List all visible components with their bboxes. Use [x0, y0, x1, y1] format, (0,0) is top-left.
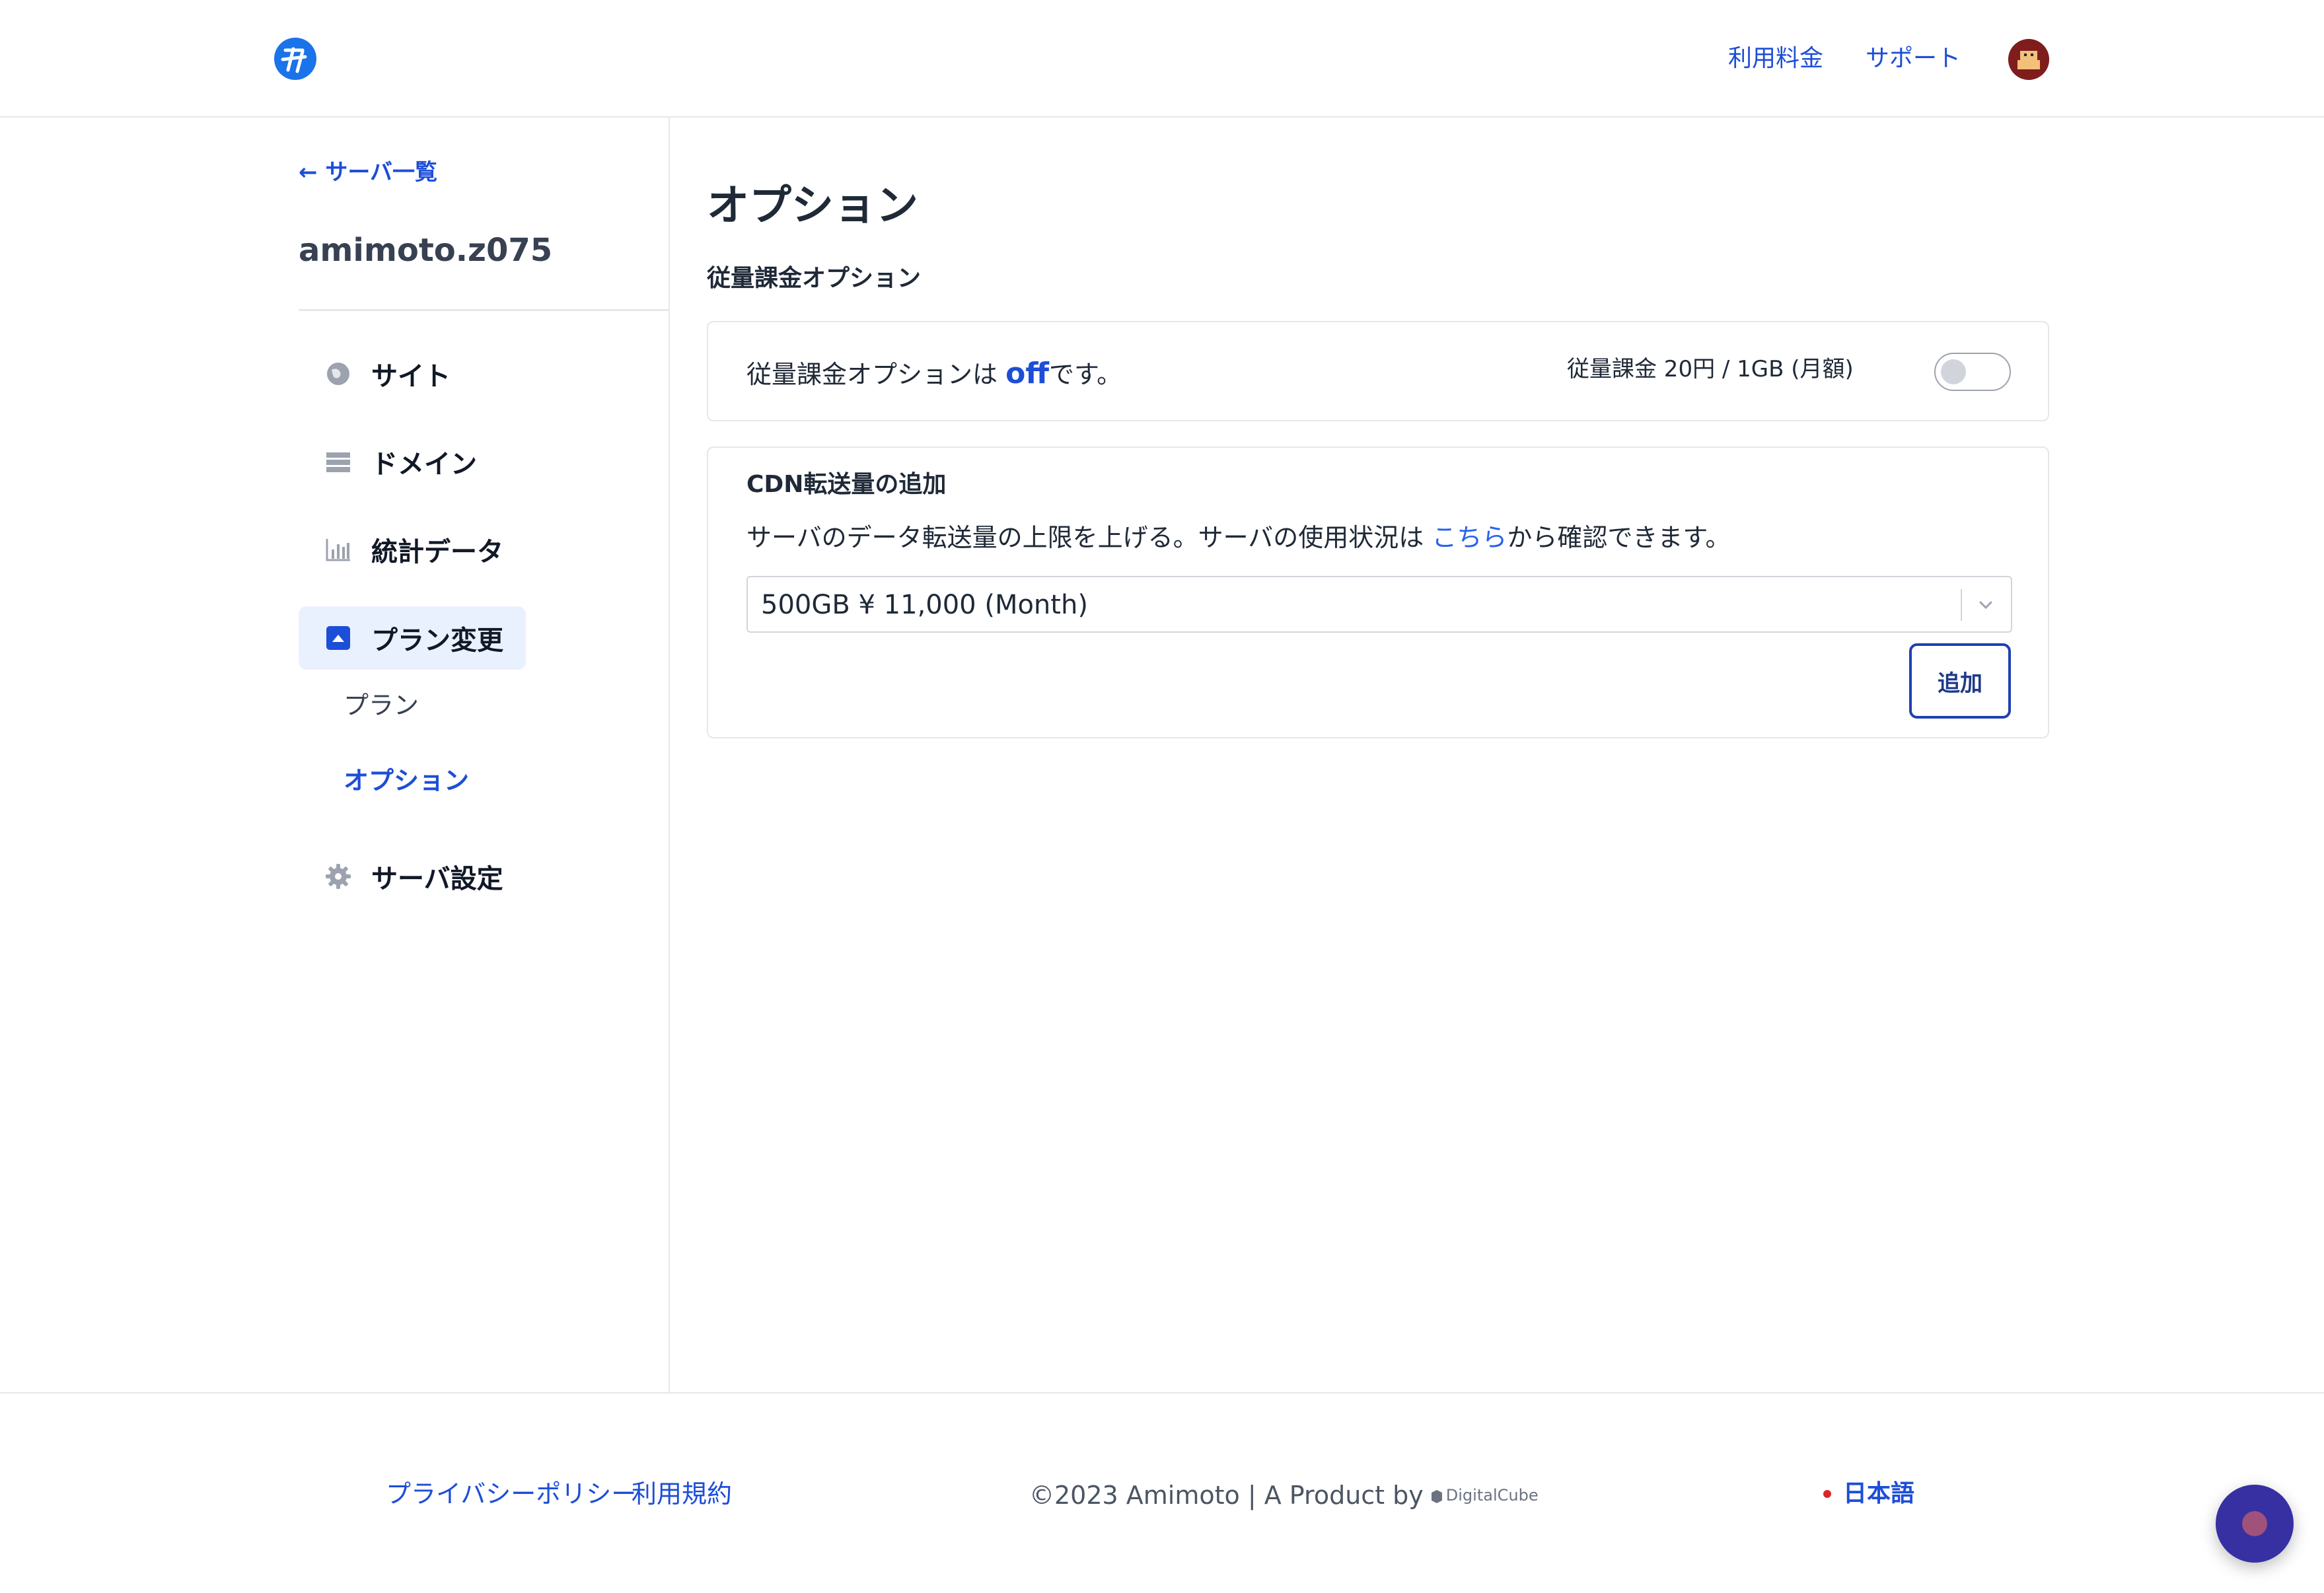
support-link[interactable]: サポート [1866, 41, 1961, 77]
language-selector[interactable]: 日本語 [1823, 1475, 1914, 1512]
footer: プライバシーポリシー 利用規約 ©2023 Amimoto | A Produc… [0, 1392, 2324, 1593]
copyright-text: ©2023 Amimoto | A Product by [1029, 1481, 1424, 1510]
metered-status-text: 従量課金オプションは offです。 [746, 355, 1122, 393]
server-icon [325, 448, 351, 475]
privacy-policy-link[interactable]: プライバシーポリシー [386, 1475, 636, 1512]
amimoto-logo-icon[interactable] [273, 37, 317, 81]
cube-icon [1431, 1490, 1442, 1503]
metered-billing-toggle[interactable] [1934, 353, 2011, 391]
sidebar-divider [669, 118, 670, 1392]
back-to-server-list-link[interactable]: ← サーバ一覧 [299, 156, 437, 189]
toggle-knob [1941, 359, 1966, 384]
language-label: 日本語 [1843, 1480, 1915, 1507]
digitalcube-logo: DigitalCube [1430, 1477, 1539, 1514]
metered-price: 従量課金 20円 / 1GB (月額) [1567, 356, 1854, 382]
chat-icon [2242, 1511, 2267, 1536]
sidebar-item-plan-change[interactable]: プラン変更 [299, 606, 526, 670]
select-separator [1961, 589, 1962, 621]
copyright: ©2023 Amimoto | A Product by DigitalCube [1029, 1477, 1539, 1514]
page-title: オプション [707, 182, 918, 230]
terms-link[interactable]: 利用規約 [632, 1475, 732, 1512]
sidebar-separator [299, 309, 669, 311]
gear-icon [325, 863, 351, 890]
chevron-down-icon[interactable] [1973, 592, 1999, 618]
metered-billing-card: 従量課金オプションは offです。 従量課金 20円 / 1GB (月額) [707, 321, 2049, 421]
pricing-link[interactable]: 利用料金 [1728, 41, 1823, 77]
company-name: DigitalCube [1445, 1486, 1539, 1504]
caret-up-square-icon [325, 625, 351, 651]
bar-chart-icon [325, 536, 351, 563]
sidebar-item-label: サーバ設定 [371, 864, 503, 894]
sidebar-item-server-settings[interactable]: サーバ設定 [299, 845, 526, 908]
metered-status-suffix: です。 [1048, 360, 1122, 389]
sidebar-subitem-plan[interactable]: プラン [344, 687, 419, 724]
cdn-transfer-card: CDN転送量の追加 サーバのデータ転送量の上限を上げる。サーバの使用状況は こち… [707, 446, 2049, 738]
top-header: 利用料金 サポート [0, 0, 2324, 118]
section-title: 従量課金オプション [707, 265, 922, 292]
sidebar-subitem-options[interactable]: オプション [344, 762, 469, 799]
sidebar-item-stats[interactable]: 統計データ [299, 518, 526, 581]
sidebar-item-label: サイト [371, 361, 451, 392]
user-avatar[interactable] [2008, 39, 2049, 80]
server-name: amimoto.z075 [299, 232, 553, 269]
language-dot-icon [1823, 1490, 1831, 1498]
cdn-plan-select[interactable]: 500GB ¥ 11,000 (Month) [746, 576, 2012, 633]
sidebar-item-domains[interactable]: ドメイン [299, 430, 526, 493]
cdn-plan-selected-value: 500GB ¥ 11,000 (Month) [761, 590, 1088, 620]
avatar-icon [2008, 39, 2049, 80]
sidebar-item-label: ドメイン [371, 449, 477, 479]
cdn-description-suffix: から確認できます。 [1507, 523, 1731, 552]
sidebar-item-label: 統計データ [371, 537, 503, 567]
add-button[interactable]: 追加 [1909, 643, 2011, 719]
cdn-title: CDN転送量の追加 [746, 471, 947, 498]
chat-widget-button[interactable] [2216, 1485, 2294, 1563]
cdn-description: サーバのデータ転送量の上限を上げる。サーバの使用状況は こちらから確認できます。 [746, 519, 1731, 556]
sidebar-item-sites[interactable]: サイト [299, 342, 526, 406]
cdn-description-prefix: サーバのデータ転送量の上限を上げる。サーバの使用状況は [746, 523, 1432, 552]
sidebar-item-label: プラン変更 [371, 625, 503, 656]
metered-status-value: off [1005, 357, 1049, 390]
metered-status-prefix: 従量課金オプションは [746, 360, 1006, 389]
usage-status-link[interactable]: こちら [1432, 523, 1507, 552]
globe-icon [325, 361, 351, 387]
